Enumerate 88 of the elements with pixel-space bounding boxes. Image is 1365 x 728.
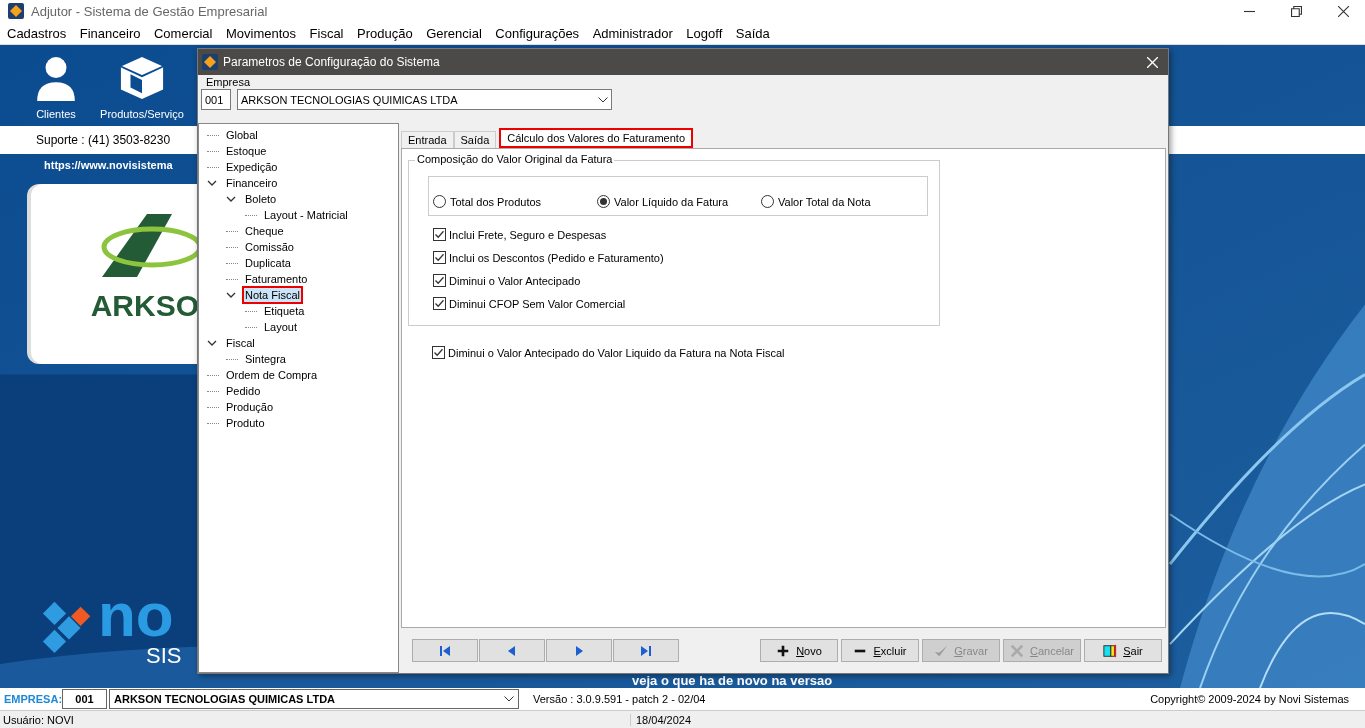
action-button[interactable]: Excluir	[841, 639, 919, 662]
menu-item[interactable]: Gerencial	[426, 25, 482, 41]
copyright-text: Copyright© 2009-2024 by Novi Sistemas	[1150, 693, 1349, 705]
box-icon	[119, 55, 165, 101]
right-arrow-icon	[573, 645, 585, 656]
tree-item[interactable]: Sintegra	[242, 350, 289, 368]
previous-record-button[interactable]	[479, 639, 545, 662]
checkbox-option[interactable]: Inclui Frete, Seguro e Despesas	[433, 223, 939, 246]
tree-item[interactable]: Boleto	[242, 190, 280, 208]
news-link[interactable]: veja o que ha de novo na versao	[632, 673, 833, 688]
menu-item[interactable]: Administrador	[592, 25, 673, 41]
checkbox-option[interactable]: Diminui o Valor Antecipado do Valor Liquido da Fatura na Nota Fiscal	[432, 341, 1159, 364]
company-code-field[interactable]: 001	[62, 689, 107, 709]
tree-item[interactable]: Duplicata	[242, 254, 294, 272]
menu-item[interactable]: Saída	[735, 25, 770, 41]
tree-item[interactable]: Ordem de Compra	[223, 366, 321, 384]
radio-option[interactable]: Valor Líquido da Fatura	[597, 195, 761, 208]
date-status: 18/04/2024	[630, 713, 692, 726]
action-button[interactable]: Sair	[1084, 639, 1162, 662]
plus-icon	[776, 643, 791, 658]
close-icon[interactable]	[1338, 5, 1349, 17]
brand-subtext: SIS	[146, 645, 182, 667]
menu-item[interactable]: Comercial	[153, 25, 213, 41]
menu-item[interactable]: Logoff	[686, 25, 723, 41]
door-icon	[1103, 643, 1118, 658]
tree-item[interactable]: Global	[223, 126, 261, 144]
group-title: Composição do Valor Original da Fatura	[415, 153, 615, 165]
logo-text: ARKSO	[90, 289, 199, 323]
tree-item[interactable]: Comissão	[242, 238, 297, 256]
left-arrow-icon	[506, 645, 518, 656]
caret-icon	[504, 696, 514, 702]
x-icon	[1010, 643, 1024, 658]
app-icon	[8, 3, 24, 19]
dialog-title: Parametros de Configuração do Sistema	[223, 55, 440, 69]
empresa-label: EMPRESA:	[4, 693, 62, 705]
website-link[interactable]: https://www.novisistema	[44, 159, 173, 171]
tree-item[interactable]: Produção	[223, 398, 277, 416]
tree-item[interactable]: Layout	[261, 318, 301, 336]
chevron-down-icon[interactable]	[207, 178, 217, 188]
tree-item[interactable]: Nota Fiscal	[242, 286, 304, 304]
radio-option[interactable]: Valor Total da Nota	[761, 195, 871, 208]
tree-item[interactable]: Faturamento	[242, 270, 311, 288]
tab[interactable]: Saída	[453, 131, 497, 148]
last-record-button[interactable]	[613, 639, 679, 662]
tree-item[interactable]: Financeiro	[223, 174, 281, 192]
tree-item[interactable]: Etiqueta	[261, 302, 308, 320]
toolbar-button[interactable]: Clientes	[36, 55, 76, 126]
next-record-button[interactable]	[546, 639, 612, 662]
chevron-down-icon[interactable]	[207, 338, 217, 348]
user-status: Usuário: NOVI	[2, 713, 75, 726]
tree-item[interactable]: Expedição	[223, 158, 281, 176]
chevron-down-icon[interactable]	[226, 194, 236, 204]
tree-item[interactable]: Cheque	[242, 222, 287, 240]
menu-item[interactable]: Produção	[357, 25, 413, 41]
chevron-down-icon[interactable]	[226, 290, 236, 300]
tree-item[interactable]: Pedido	[223, 382, 264, 400]
radio-option[interactable]: Total dos Produtos	[433, 195, 597, 208]
version-text: Versão : 3.0.9.591 - patch 2 - 02/04	[533, 693, 706, 705]
menu-item[interactable]: Movimentos	[225, 25, 297, 41]
caret-icon	[598, 96, 608, 103]
checkbox-option[interactable]: Diminui o Valor Antecipado	[433, 269, 939, 292]
checkbox-option[interactable]: Diminui CFOP Sem Valor Comercial	[433, 292, 939, 315]
restore-icon[interactable]	[1291, 5, 1302, 17]
action-button[interactable]: Novo	[760, 639, 838, 662]
checkbox-option[interactable]: Inclui os Descontos (Pedido e Faturamento)	[433, 246, 939, 269]
app-icon	[202, 54, 218, 70]
tab[interactable]: Entrada	[401, 131, 454, 148]
menu-item[interactable]: Fiscal	[309, 25, 344, 41]
company-code-field[interactable]: 001	[201, 89, 231, 110]
menu-item[interactable]: Cadastros	[7, 25, 67, 41]
window-title: Adjutor - Sistema de Gestão Empresarial	[31, 3, 268, 19]
tree-item[interactable]: Produto	[223, 414, 268, 432]
skip-end-icon	[640, 645, 652, 656]
tree-item[interactable]: Layout - Matricial	[261, 206, 351, 224]
tab[interactable]: Cálculo dos Valores do Faturamento	[499, 128, 693, 148]
empresa-label: Empresa	[206, 76, 252, 88]
first-record-button[interactable]	[412, 639, 478, 662]
checkmark-icon	[934, 643, 949, 658]
tree-item[interactable]: Fiscal	[223, 334, 258, 352]
tree-item[interactable]: Estoque	[223, 142, 270, 160]
support-text: Suporte : (41) 3503-8230	[36, 133, 171, 147]
menu-item[interactable]: Configurações	[495, 25, 580, 41]
company-dropdown[interactable]: ARKSON TECNOLOGIAS QUIMICAS LTDA	[109, 689, 519, 709]
company-dropdown[interactable]: ARKSON TECNOLOGIAS QUIMICAS LTDA	[237, 89, 612, 110]
brand-logo-text: no	[98, 585, 174, 645]
toolbar-button[interactable]: Produtos/Serviço	[98, 55, 186, 126]
menu-item[interactable]: Financeiro	[79, 25, 141, 41]
skip-start-icon	[439, 645, 451, 656]
